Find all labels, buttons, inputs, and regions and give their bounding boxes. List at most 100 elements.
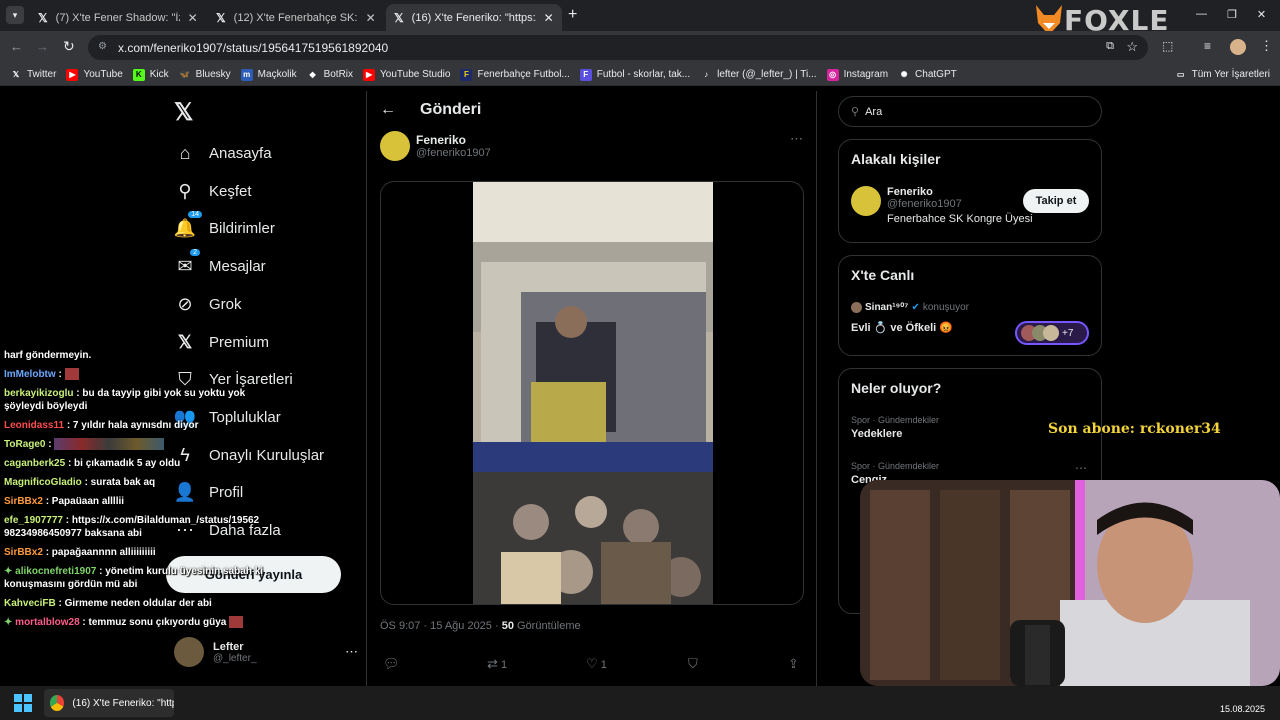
bookmark-label: BotRix	[323, 69, 354, 80]
page-title: Gönderi	[420, 101, 482, 118]
post-video[interactable]	[380, 181, 804, 605]
chat-message: SirBBx2 : Papaüaan allllii	[0, 492, 268, 511]
tab-title: (16) X'te Feneriko: "https://	[411, 11, 536, 24]
taskbar-date: 15.08.2025	[1220, 704, 1266, 714]
tiktok-icon: ♪	[704, 70, 709, 79]
related-name[interactable]: Feneriko	[887, 186, 1033, 198]
bookmark-button[interactable]: ⛉	[688, 656, 788, 672]
site-info-icon[interactable]: ⚙	[98, 41, 107, 52]
follow-button[interactable]: Takip et	[1023, 189, 1089, 213]
bookmark-lefter[interactable]: ♪ lefter (@_lefter_) | Ti...	[700, 69, 816, 81]
nav-explore[interactable]: ⚲ Keşfet	[174, 180, 251, 202]
bookmark-chatgpt[interactable]: ✺ ChatGPT	[898, 69, 957, 81]
bookmark-twitter[interactable]: 𝕏 Twitter	[10, 69, 57, 81]
like-button[interactable]: ♡ 1	[586, 656, 688, 672]
bookmark-label: Fenerbahçe Futbol...	[477, 69, 570, 80]
search-box[interactable]: ⚲ Ara	[838, 96, 1102, 127]
account-switcher[interactable]: Lefter @_lefter_ ⋯	[174, 632, 358, 672]
listener-count: +7	[1062, 327, 1074, 339]
bookmark-label: lefter (@_lefter_) | Ti...	[717, 69, 817, 80]
author-name[interactable]: Feneriko	[416, 133, 491, 147]
bookmark-label: YouTube	[83, 69, 123, 80]
related-people-card: Alakalı kişiler Feneriko @feneriko1907 F…	[838, 139, 1102, 243]
bookmark-instagram[interactable]: ◎ Instagram	[826, 68, 888, 81]
taskbar-app-chrome[interactable]: (16) X'te Feneriko: "https:	[44, 689, 174, 717]
bookmark-bluesky[interactable]: 🦋 Bluesky	[179, 69, 231, 81]
live-space-title[interactable]: Evli 💍 ve Öfkeli 😡	[851, 321, 953, 334]
bookmark-mackolik[interactable]: m Maçkolik	[240, 68, 297, 81]
chat-username: alikocnefreti1907	[15, 566, 97, 577]
star-icon[interactable]: ☆	[1126, 39, 1138, 55]
x-logo[interactable]: 𝕏	[174, 98, 193, 127]
view-count: 50	[501, 620, 514, 632]
avatar[interactable]	[851, 186, 881, 216]
chat-message: Leonidass11 : 7 yıldır hala aynısdnı diy…	[0, 416, 268, 435]
profile-avatar[interactable]	[1230, 39, 1246, 55]
nav-label: Anasayfa	[209, 144, 272, 162]
bookmark-youtube[interactable]: ▶ YouTube	[66, 68, 123, 81]
nav-notifications[interactable]: 🔔 14 Bildirimler	[174, 211, 275, 239]
bookmark-label: Maçkolik	[257, 69, 297, 80]
post-author[interactable]: Feneriko @feneriko1907	[380, 131, 491, 161]
home-icon: ⌂	[179, 142, 191, 163]
start-tile	[14, 704, 22, 712]
windows-start-icon[interactable]	[14, 694, 32, 712]
bookmark-fenerbahce[interactable]: F Fenerbahçe Futbol...	[460, 68, 570, 81]
share-button[interactable]: ⇪	[788, 656, 799, 672]
more-options-icon[interactable]: ⋯	[1075, 461, 1087, 475]
bookmark-futbol[interactable]: F Futbol - skorlar, tak...	[579, 68, 690, 81]
maximize-button[interactable]: ❐	[1227, 8, 1237, 21]
avatar	[174, 637, 204, 667]
live-listeners[interactable]: +7	[1015, 321, 1089, 345]
nav-grok[interactable]: ⊘ Grok	[174, 293, 242, 315]
reload-icon[interactable]: ↻	[63, 38, 75, 55]
author-avatar[interactable]	[380, 131, 410, 161]
nav-messages[interactable]: ✉ 2 Mesajlar	[174, 249, 266, 277]
browser-tab-active[interactable]: 𝕏 (16) X'te Feneriko: "https:// ✕	[386, 4, 562, 31]
live-status: konuşuyor	[922, 302, 969, 313]
nav-label: Grok	[209, 295, 242, 313]
chat-message: MagnificoGladio : surata bak aq	[0, 473, 268, 492]
live-host[interactable]: Sinan¹⁹⁰⁷ ✔ konuşuyor	[851, 302, 969, 313]
related-person[interactable]: Feneriko @feneriko1907 Fenerbahce SK Kon…	[851, 186, 1033, 225]
chat-text: :	[58, 369, 62, 380]
menu-icon[interactable]: ⋮	[1260, 38, 1273, 54]
close-icon[interactable]: ✕	[188, 11, 198, 25]
chat-username: efe_1907777	[4, 515, 63, 526]
reply-button[interactable]: 💬︎	[383, 656, 483, 672]
close-icon[interactable]: ✕	[366, 11, 376, 25]
chat-text: : 7 yıldır hala aynısdnı diyor	[66, 420, 199, 431]
nav-home[interactable]: ⌂ Anasayfa	[174, 142, 272, 164]
repost-button[interactable]: ⇄ 1	[483, 656, 586, 672]
x-icon: 𝕏	[394, 10, 404, 25]
back-arrow-icon[interactable]: ←	[380, 101, 396, 119]
media-icon[interactable]: ≡	[1204, 39, 1211, 53]
account-name: Lefter	[213, 640, 244, 653]
extensions-icon[interactable]: ⬚	[1162, 39, 1173, 53]
taskbar-app-title: (16) X'te Feneriko: "https:	[72, 697, 174, 709]
browser-tab[interactable]: 𝕏 (12) X'te Fenerbahçe SK: "Başka ✕	[208, 4, 384, 31]
tab-search-button[interactable]: ▾	[6, 6, 24, 24]
minimize-button[interactable]: —	[1196, 8, 1207, 21]
back-icon[interactable]: ←	[10, 39, 23, 54]
address-bar[interactable]: ⚙ x.com/feneriko1907/status/195641751956…	[88, 35, 1148, 60]
forward-icon[interactable]: →	[36, 39, 49, 54]
bookmark-botrix[interactable]: ◆ BotRix	[307, 69, 354, 81]
browser-tab[interactable]: 𝕏 (7) X'te Fener Shadow: "İzmir'de ✕	[30, 4, 206, 31]
chat-username: MagnificoGladio	[4, 477, 82, 488]
heart-icon: ♡	[586, 656, 598, 671]
install-icon[interactable]: ⧉	[1106, 40, 1114, 53]
bookmark-icon: ⛉	[688, 656, 698, 671]
close-icon[interactable]: ✕	[544, 11, 554, 25]
more-options-icon[interactable]: ⋯	[790, 131, 803, 147]
new-tab-button[interactable]: +	[568, 6, 577, 24]
trend-item[interactable]: Spor · Gündemdekiler Yedeklere	[851, 415, 939, 440]
author-handle[interactable]: @feneriko1907	[416, 147, 491, 159]
all-bookmarks[interactable]: ▭ Tüm Yer İşaretleri	[1175, 69, 1270, 81]
bookmark-kick[interactable]: K Kick	[132, 68, 169, 81]
window-close-button[interactable]: ✕	[1257, 8, 1266, 21]
chat-username: ToRage0	[4, 439, 46, 450]
bookmark-youtube-studio[interactable]: ▶ YouTube Studio	[363, 68, 450, 81]
post-time[interactable]: ÖS 9:07 · 15 Ağu 2025 ·	[380, 620, 502, 632]
more-icon: ⋯	[345, 644, 358, 659]
